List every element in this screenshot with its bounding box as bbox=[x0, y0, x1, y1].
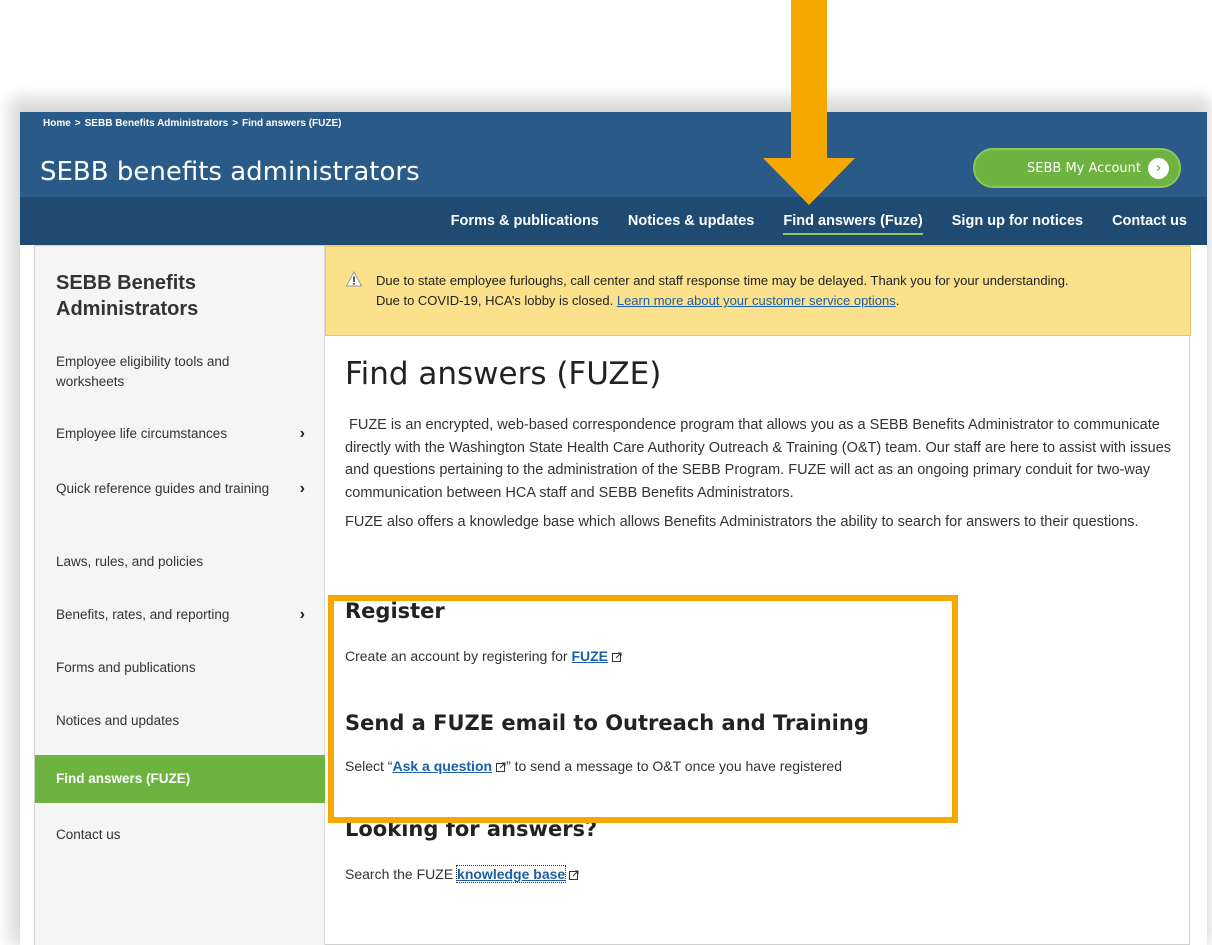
warning-icon bbox=[346, 271, 362, 287]
sidebar-item-label: Employee eligibility tools and worksheet… bbox=[56, 354, 230, 389]
send-email-text-prefix: Select “ bbox=[345, 758, 393, 774]
sidebar-item-quick-reference[interactable]: Quick reference guides and training › bbox=[35, 479, 325, 499]
pointer-arrow-icon bbox=[763, 0, 855, 205]
sidebar-item-label: Benefits, rates, and reporting bbox=[56, 607, 230, 622]
chevron-right-icon: › bbox=[299, 425, 305, 442]
sidebar-item-forms-publications[interactable]: Forms and publications bbox=[35, 658, 325, 678]
sidebar-item-label: Contact us bbox=[56, 827, 121, 842]
sidebar-item-employee-life-circumstances[interactable]: Employee life circumstances › bbox=[35, 424, 325, 444]
chevron-right-circle-icon: › bbox=[1148, 158, 1169, 179]
send-email-heading: Send a FUZE email to Outreach and Traini… bbox=[345, 711, 869, 735]
breadcrumb-separator: > bbox=[232, 118, 239, 129]
external-link-icon bbox=[612, 652, 622, 662]
nav-contact-us[interactable]: Contact us bbox=[1112, 209, 1187, 233]
site-header: Home > SEBB Benefits Administrators > Find a… bbox=[20, 112, 1207, 245]
looking-for-answers-text: Search the FUZE knowledge base bbox=[345, 865, 579, 883]
alert-banner: Due to state employee furloughs, call ce… bbox=[325, 246, 1191, 336]
site-title[interactable]: SEBB benefits administrators bbox=[40, 157, 420, 187]
intro-paragraph: FUZE is an encrypted, web-based correspo… bbox=[345, 417, 1172, 501]
sidebar-item-contact-us[interactable]: Contact us bbox=[35, 825, 325, 845]
browser-page: Home > SEBB Benefits Administrators > Find a… bbox=[20, 112, 1207, 945]
nav-sign-up-for-notices[interactable]: Sign up for notices bbox=[952, 209, 1083, 233]
sidebar-item-laws-rules[interactable]: Laws, rules, and policies bbox=[35, 552, 325, 572]
breadcrumb-separator: > bbox=[74, 118, 81, 129]
fuze-register-link[interactable]: FUZE bbox=[571, 648, 608, 664]
breadcrumb: Home > SEBB Benefits Administrators > Find a… bbox=[43, 118, 341, 129]
looking-text-prefix: Search the FUZE bbox=[345, 866, 458, 882]
account-button-label: SEBB My Account bbox=[1027, 160, 1141, 176]
chevron-right-icon: › bbox=[299, 606, 305, 623]
register-text: Create an account by registering for FUZ… bbox=[345, 648, 622, 664]
alert-line-2: Due to COVID-19, HCA’s lobby is closed. … bbox=[376, 291, 1170, 311]
send-email-text-suffix: ” to send a message to O&T once you have… bbox=[506, 758, 842, 774]
external-link-icon bbox=[569, 870, 579, 880]
knowledge-base-link[interactable]: knowledge base bbox=[456, 865, 567, 883]
sidebar-heading[interactable]: SEBB Benefits Administrators bbox=[56, 270, 306, 322]
nav-forms-publications[interactable]: Forms & publications bbox=[451, 209, 599, 233]
breadcrumb-sebb-benefits-administrators[interactable]: SEBB Benefits Administrators bbox=[85, 118, 229, 129]
nav-find-answers[interactable]: Find answers (Fuze) bbox=[783, 209, 924, 235]
send-email-text: Select “Ask a question ” to send a messag… bbox=[345, 758, 842, 774]
nav-notices-updates[interactable]: Notices & updates bbox=[628, 209, 755, 233]
customer-service-options-link[interactable]: Learn more about your customer service o… bbox=[617, 293, 896, 308]
sidebar-item-label: Laws, rules, and policies bbox=[56, 554, 204, 569]
page-title: Find answers (FUZE) bbox=[345, 356, 662, 392]
sidebar-item-label: Find answers (FUZE) bbox=[56, 771, 191, 786]
sidebar-item-label: Forms and publications bbox=[56, 660, 196, 675]
register-heading: Register bbox=[345, 599, 445, 623]
alert-line-2-suffix: . bbox=[895, 293, 900, 308]
top-navigation: Forms & publications Notices & updates F… bbox=[20, 197, 1207, 245]
alert-line-2-text: Due to COVID-19, HCA’s lobby is closed. bbox=[376, 293, 617, 308]
alert-line-1: Due to state employee furloughs, call ce… bbox=[376, 273, 1069, 288]
looking-for-answers-heading: Looking for answers? bbox=[345, 817, 598, 841]
content-area: SEBB Benefits Administrators Employee el… bbox=[34, 245, 1191, 945]
ask-a-question-link[interactable]: Ask a question bbox=[392, 758, 492, 774]
external-link-icon bbox=[496, 762, 506, 772]
sidebar-item-label: Employee life circumstances bbox=[56, 426, 228, 441]
sidebar-item-notices-updates[interactable]: Notices and updates bbox=[35, 711, 325, 731]
sebb-my-account-button[interactable]: SEBB My Account › bbox=[973, 148, 1181, 188]
knowledge-base-paragraph: FUZE also offers a knowledge base which … bbox=[345, 514, 1139, 530]
sidebar-item-find-answers[interactable]: Find answers (FUZE) bbox=[35, 755, 325, 803]
sidebar-item-label: Quick reference guides and training bbox=[56, 481, 270, 496]
sidebar-item-employee-eligibility[interactable]: Employee eligibility tools and worksheet… bbox=[35, 352, 325, 392]
breadcrumb-current: Find answers (FUZE) bbox=[242, 118, 342, 129]
main-content: Find answers (FUZE) FUZE is an encrypted… bbox=[325, 336, 1191, 945]
chevron-right-icon: › bbox=[299, 480, 305, 497]
sidebar-item-label: Notices and updates bbox=[56, 713, 180, 728]
sidebar-item-benefits-rates[interactable]: Benefits, rates, and reporting › bbox=[35, 605, 325, 625]
breadcrumb-home[interactable]: Home bbox=[43, 118, 71, 129]
register-text-prefix: Create an account by registering for bbox=[345, 648, 572, 664]
sidebar: SEBB Benefits Administrators Employee el… bbox=[35, 246, 325, 945]
